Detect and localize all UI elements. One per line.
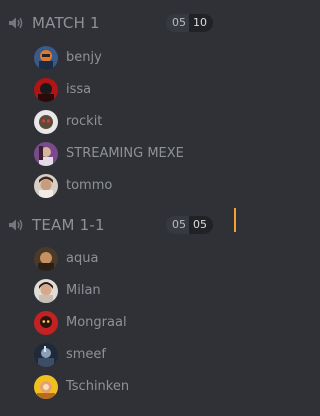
voice-user[interactable]: benjy — [0, 45, 230, 73]
user-name: benjy — [66, 50, 102, 65]
user-count: 05 — [166, 14, 189, 32]
channel-header[interactable]: TEAM 1-1 05 05 — [0, 210, 241, 240]
user-name: STREAMING MEXE — [66, 146, 184, 161]
avatar — [34, 279, 58, 303]
voice-channel-team-1-1[interactable]: TEAM 1-1 05 05 — [0, 210, 241, 240]
voice-user[interactable]: tommo — [0, 173, 230, 201]
user-name: Milan — [66, 283, 101, 298]
user-name: rockit — [66, 114, 103, 129]
avatar — [34, 311, 58, 335]
user-limit-badge: 05 05 — [166, 216, 213, 234]
user-name: tommo — [66, 178, 113, 193]
voice-channel-match-1[interactable]: MATCH 1 05 10 — [0, 8, 241, 38]
channel-name: MATCH 1 — [32, 14, 100, 32]
user-name: smeef — [66, 347, 107, 362]
avatar — [34, 46, 58, 70]
voice-user[interactable]: aqua — [0, 246, 230, 274]
user-name: aqua — [66, 251, 99, 266]
user-name: Mongraal — [66, 315, 127, 330]
voice-user[interactable]: rockit — [0, 109, 230, 137]
avatar — [34, 375, 58, 399]
channel-header[interactable]: MATCH 1 05 10 — [0, 8, 241, 38]
user-limit: 10 — [189, 14, 213, 32]
avatar — [34, 110, 58, 134]
voice-user[interactable]: Milan — [0, 278, 230, 306]
avatar — [34, 174, 58, 198]
speaker-icon — [9, 219, 23, 231]
voice-user[interactable]: STREAMING MEXE — [0, 141, 230, 169]
avatar — [34, 142, 58, 166]
avatar — [34, 78, 58, 102]
speaker-icon — [9, 17, 23, 29]
user-name: Tschinken — [66, 379, 130, 394]
avatar — [34, 247, 58, 271]
voice-user[interactable]: Mongraal — [0, 310, 230, 338]
voice-user[interactable]: Tschinken — [0, 374, 230, 402]
user-count: 05 — [166, 216, 189, 234]
avatar — [34, 343, 58, 367]
voice-user[interactable]: issa — [0, 77, 230, 105]
user-limit: 05 — [189, 216, 213, 234]
user-limit-badge: 05 10 — [166, 14, 213, 32]
channel-name: TEAM 1-1 — [32, 216, 105, 234]
user-name: issa — [66, 82, 92, 97]
voice-user[interactable]: smeef — [0, 342, 230, 370]
